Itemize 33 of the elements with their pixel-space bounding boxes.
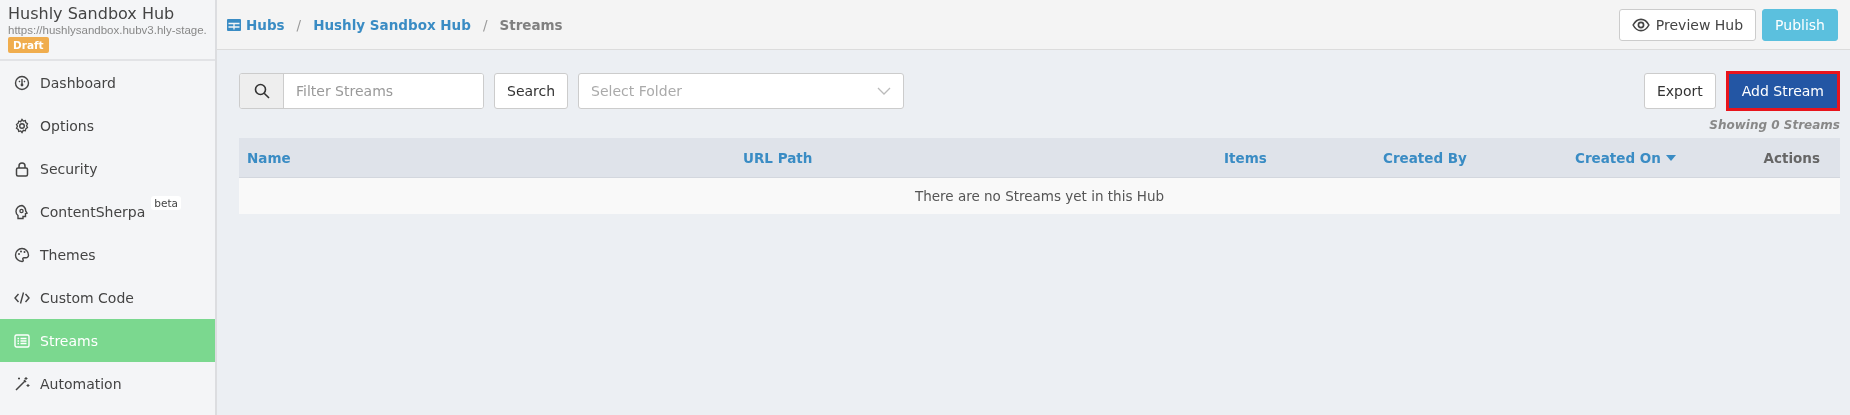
export-button[interactable]: Export — [1643, 73, 1716, 109]
column-header: Actions — [1741, 138, 1840, 178]
hub-url: https://hushlysandbox.hubv3.hly-stage. — [8, 24, 207, 36]
chevron-down-icon — [877, 87, 892, 95]
magic-wand-icon — [14, 375, 30, 392]
table-icon — [226, 16, 242, 33]
preview-button[interactable]: Preview Hub — [1618, 8, 1757, 41]
list-icon — [14, 332, 30, 349]
sidebar-item[interactable]: Themes — [0, 233, 215, 276]
sidebar-item[interactable]: Automation — [0, 362, 215, 405]
filter-field[interactable]: Filter Streams — [239, 73, 484, 109]
stream-count: Showing 0 Streams — [1709, 118, 1840, 132]
head-icon — [14, 203, 30, 220]
breadcrumb-current: Streams — [499, 16, 563, 33]
code-icon — [14, 289, 30, 306]
sidebar-item[interactable]: Dashboard — [0, 61, 215, 104]
search-button[interactable]: Search — [494, 73, 569, 109]
breadcrumb-separator: / — [482, 16, 488, 33]
sidebar-item[interactable]: ContentSherpa beta — [0, 190, 215, 233]
sidebar-item[interactable]: Custom Code — [0, 276, 215, 319]
sidebar-item[interactable]: Options — [0, 104, 215, 147]
hub-title: Hushly Sandbox Hub — [8, 4, 175, 23]
beta-badge: beta — [151, 196, 181, 210]
gear-icon — [14, 117, 30, 134]
status-badge: Draft — [8, 37, 49, 53]
search-icon — [253, 83, 270, 99]
palette-icon — [14, 246, 30, 263]
add-stream-button[interactable]: Add Stream — [1725, 71, 1840, 111]
sidebar-item[interactable]: Security — [0, 147, 215, 190]
gauge-icon — [14, 74, 30, 91]
breadcrumb-separator: / — [296, 16, 302, 33]
empty-message: There are no Streams yet in this Hub — [239, 178, 1840, 214]
lock-icon — [14, 160, 30, 177]
